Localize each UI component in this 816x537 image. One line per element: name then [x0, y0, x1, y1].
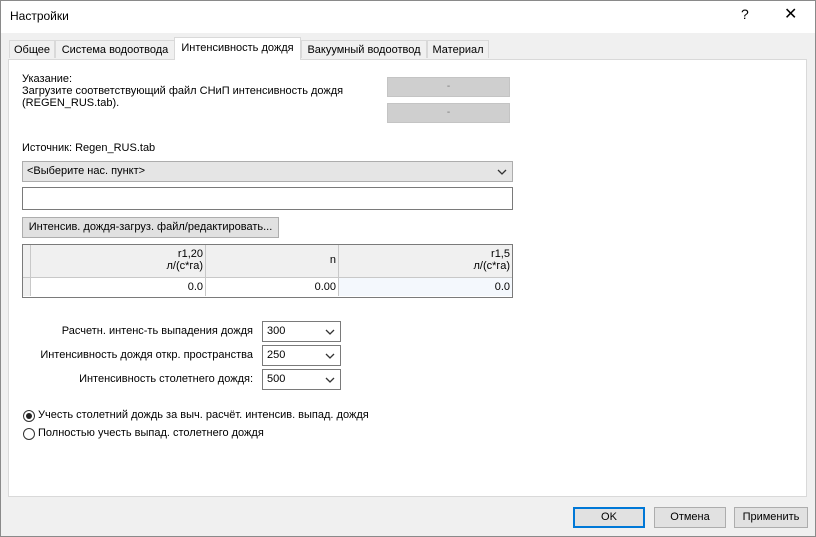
side-button-1[interactable]: -	[387, 77, 510, 97]
chevron-down-icon	[497, 169, 507, 175]
chevron-down-icon	[325, 377, 335, 383]
city-select-value: <Выберите нас. пункт>	[27, 165, 146, 177]
radio-label-1: Учесть столетний дождь за выч. расчёт. и…	[38, 409, 369, 421]
intensity-table: r1,20 л/(с*га) n r1,5 л/(с*га) 0.0 0.00 …	[22, 244, 513, 298]
city-select[interactable]: <Выберите нас. пункт>	[22, 161, 513, 182]
note-title: Указание:	[22, 73, 73, 85]
table-header: n	[206, 245, 339, 278]
param-select-century[interactable]: 500	[262, 369, 341, 390]
chevron-down-icon	[325, 329, 335, 335]
chevron-down-icon	[325, 353, 335, 359]
header-r120: r1,20	[177, 248, 203, 260]
tab-vacuum-drainage[interactable]: Вакуумный водоотвод	[301, 40, 427, 58]
city-input[interactable]	[22, 187, 513, 210]
radio-option-1[interactable]	[23, 410, 35, 422]
header-r120-unit: л/(с*га)	[166, 260, 203, 272]
help-button[interactable]: ?	[741, 6, 749, 22]
source-label: Источник: Regen_RUS.tab	[22, 142, 156, 154]
param-select-open-space[interactable]: 250	[262, 345, 341, 366]
param-label-design: Расчетн. интенс-ть выпадения дождя	[61, 325, 253, 337]
tab-material[interactable]: Материал	[427, 40, 489, 58]
title-bar	[0, 0, 816, 33]
table-cell[interactable]: 0.0	[31, 278, 206, 296]
param-value-open-space: 250	[267, 349, 286, 361]
table-cell[interactable]: 0.00	[206, 278, 339, 296]
header-n: n	[329, 254, 336, 266]
row-selector[interactable]	[23, 278, 31, 296]
param-label-open-space: Интенсивность дождя откр. пространства	[40, 349, 253, 361]
radio-option-2[interactable]	[23, 428, 35, 440]
cancel-button[interactable]: Отмена	[654, 507, 726, 528]
tab-general[interactable]: Общее	[9, 40, 55, 58]
table-header: r1,5 л/(с*га)	[339, 245, 512, 278]
table-header-corner	[23, 245, 31, 278]
side-button-2[interactable]: -	[387, 103, 510, 123]
param-value-century: 500	[267, 373, 286, 385]
param-label-century: Интенсивность столетнего дождя:	[79, 373, 253, 385]
header-r15-unit: л/(с*га)	[473, 260, 510, 272]
table-header: r1,20 л/(с*га)	[31, 245, 206, 278]
param-select-design[interactable]: 300	[262, 321, 341, 342]
radio-label-2: Полностью учесть выпад. столетнего дождя	[38, 427, 264, 439]
tab-drainage-system[interactable]: Система водоотвода	[55, 40, 175, 58]
close-button[interactable]: ✕	[784, 4, 797, 24]
window-title: Настройки	[10, 9, 69, 23]
ok-button[interactable]: OK	[573, 507, 645, 528]
param-value-design: 300	[267, 325, 286, 337]
apply-button[interactable]: Применить	[734, 507, 808, 528]
tab-rain-intensity[interactable]: Интенсивность дождя	[174, 37, 301, 60]
load-file-button[interactable]: Интенсив. дождя-загруз. файл/редактирова…	[22, 217, 279, 238]
header-r15: r1,5	[491, 248, 510, 260]
table-cell[interactable]: 0.0	[339, 278, 512, 296]
note-line2: (REGEN_RUS.tab).	[22, 97, 120, 109]
note-line1: Загрузите соответствующий файл СНиП инте…	[22, 85, 344, 97]
